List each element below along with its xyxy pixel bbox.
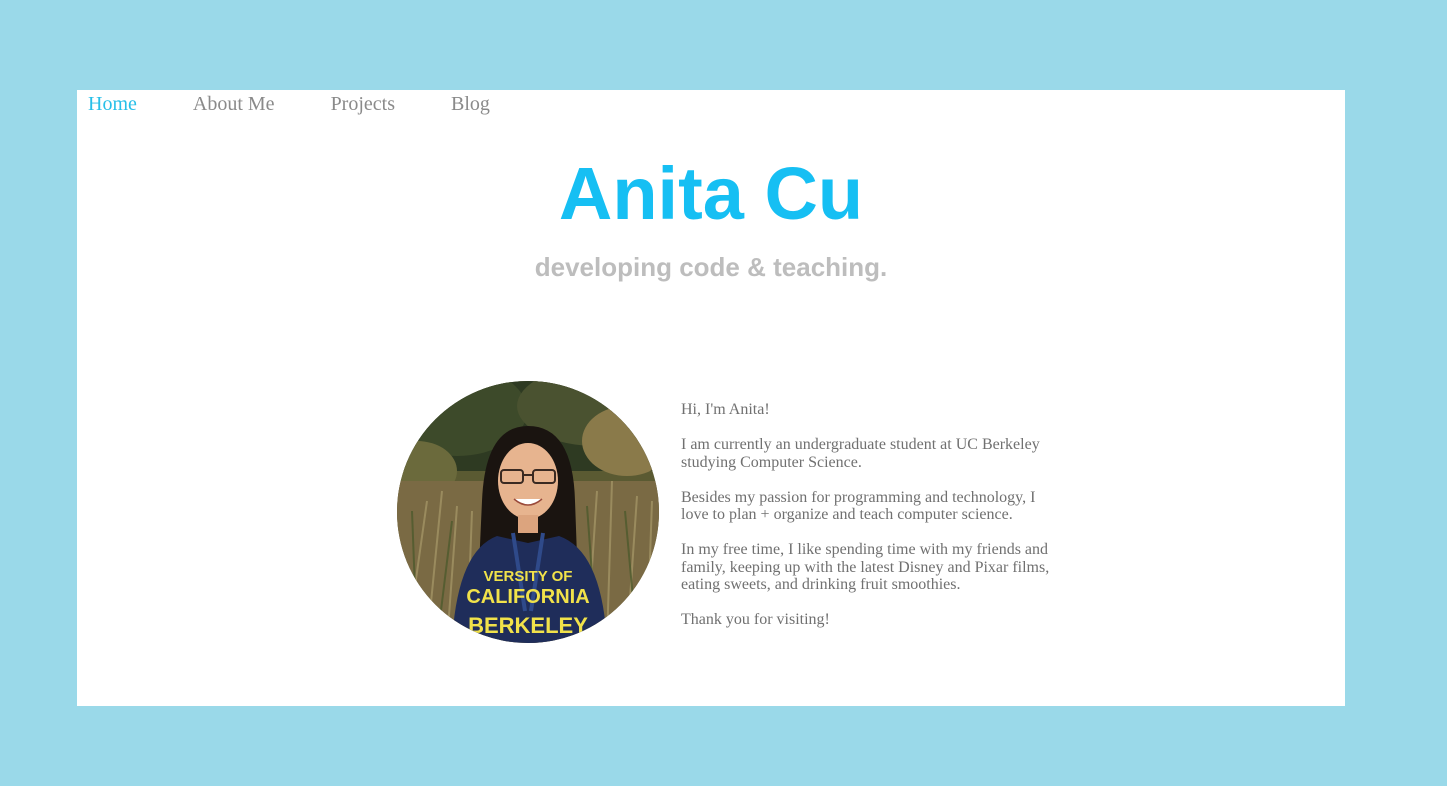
shirt-text: BERKELEY — [468, 613, 588, 638]
site-title: Anita Cu — [558, 152, 864, 235]
nav-projects[interactable]: Projects — [331, 90, 395, 118]
nav-about-me[interactable]: About Me — [193, 90, 275, 118]
bio-closing: Thank you for visiting! — [681, 611, 830, 628]
bio-section: Hi, I'm Anita! I am currently an undergr… — [681, 401, 1061, 646]
bio-paragraph: I am currently an undergraduate student … — [681, 436, 1040, 471]
bio-paragraph: In my free time, I like spending time wi… — [681, 541, 1050, 593]
site-subtitle: developing code & teaching. — [534, 252, 888, 282]
page-container: Home About Me Projects Blog Anita Cu dev… — [77, 90, 1345, 706]
profile-photo: VERSITY OF CALIFORNIA BERKELEY — [397, 381, 659, 643]
shirt-text: VERSITY OF — [484, 568, 573, 585]
bio-paragraph: Besides my passion for programming and t… — [681, 488, 1036, 524]
shirt-text: CALIFORNIA — [466, 586, 589, 608]
main-nav: Home About Me Projects Blog — [88, 90, 546, 118]
nav-blog[interactable]: Blog — [451, 90, 490, 118]
bio-greeting: Hi, I'm Anita! — [681, 401, 770, 418]
nav-home[interactable]: Home — [88, 90, 137, 118]
